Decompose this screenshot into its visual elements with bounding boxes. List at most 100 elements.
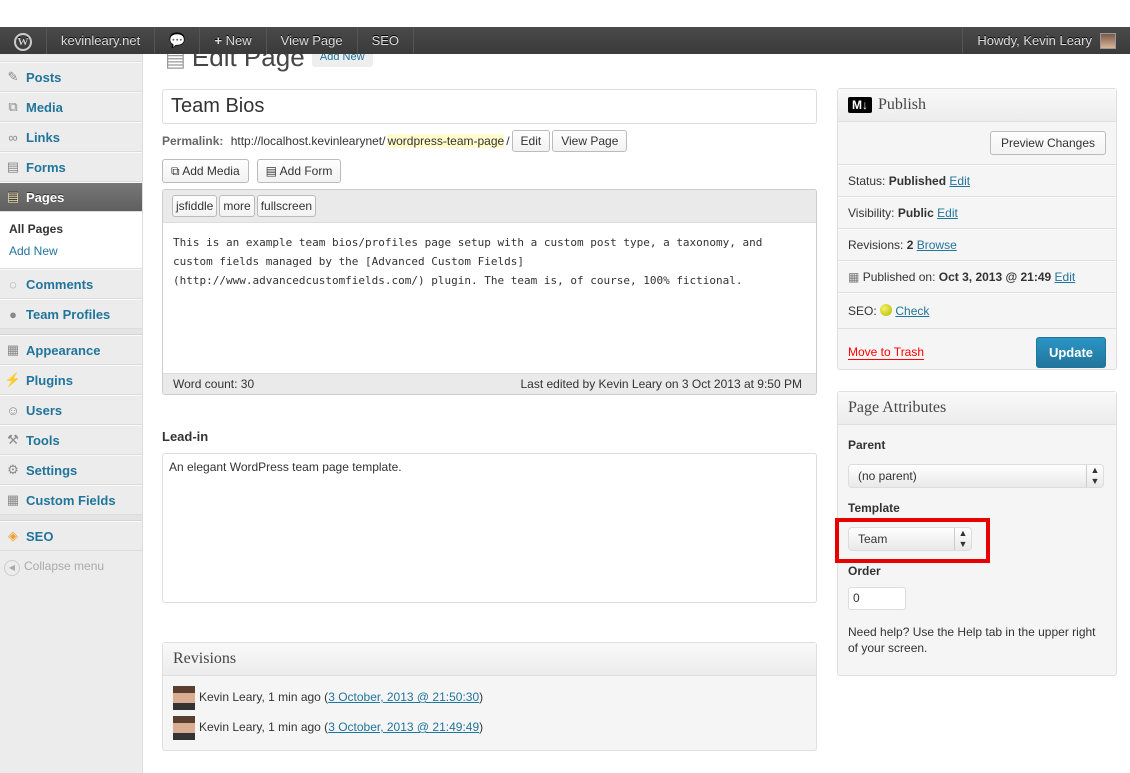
pages-icon: ▤ <box>6 189 20 204</box>
form-icon: ▤ <box>265 164 280 178</box>
select-arrows-icon: ▲ ▼ <box>954 528 971 550</box>
leadin-label: Lead-in <box>162 429 209 444</box>
permalink: Permalink: http://localhost.kevinlearyne… <box>162 130 628 152</box>
parent-select[interactable]: (no parent) ▲ ▼ <box>848 464 1104 488</box>
avatar <box>1100 32 1116 49</box>
sidebar-item-label: Appearance <box>26 342 101 358</box>
new-content-button[interactable]: + New <box>200 27 267 54</box>
add-media-button[interactable]: ⧉ Add Media <box>162 159 249 183</box>
sidebar-item-media[interactable]: ⧉ Media <box>0 92 142 122</box>
revision-link[interactable]: 3 October, 2013 @ 21:50:30 <box>328 690 479 704</box>
link-icon: ∞ <box>8 129 18 145</box>
sidebar-item-custom-fields[interactable]: ▦ Custom Fields <box>0 485 142 515</box>
seo-icon: ◈ <box>8 528 18 543</box>
revision-item: Kevin Leary, 1 min ago (3 October, 2013 … <box>173 712 806 742</box>
permalink-base: http://localhost.kevinlearynet/ <box>230 134 386 148</box>
sidebar-item-settings[interactable]: ⚙ Settings <box>0 455 142 485</box>
permalink-slug[interactable]: wordpress-team-page <box>387 134 505 148</box>
collapse-label: Collapse menu <box>24 559 105 573</box>
plug-icon: ⚡ <box>4 372 22 387</box>
edit-visibility-link[interactable]: Edit <box>937 206 958 220</box>
submenu-item-add-new[interactable]: Add New <box>9 240 142 262</box>
appearance-icon: ▦ <box>6 342 20 357</box>
sidebar-item-label: Pages <box>26 189 65 205</box>
view-page-link[interactable]: View Page <box>267 27 358 54</box>
avatar <box>173 685 195 710</box>
help-text: Need help? Use the Help tab in the upper… <box>848 625 1096 655</box>
page-attributes-box: Page Attributes Parent (no parent) ▲ ▼ Tem… <box>835 391 1117 676</box>
fullscreen-button[interactable]: fullscreen <box>256 195 317 217</box>
collapse-menu-button[interactable]: ◀ Collapse menu <box>0 551 142 584</box>
sidebar-item-team-profiles[interactable]: ● Team Profiles <box>0 299 142 329</box>
comment-icon: ◌ <box>9 276 17 292</box>
published-row: ▦ Published on: Oct 3, 2013 @ 21:49 Edit <box>838 261 1116 293</box>
sidebar-item-plugins[interactable]: ⚡ Plugins <box>0 365 142 395</box>
collapse-arrow-icon: ◀ <box>4 560 20 576</box>
preview-changes-button[interactable]: Preview Changes <box>989 131 1106 155</box>
sidebar-item-posts[interactable]: ✎ Posts <box>0 62 142 92</box>
word-count: Word count: 30 <box>173 377 255 391</box>
wordpress-logo-button[interactable]: W <box>0 27 47 54</box>
move-to-trash-link[interactable]: Move to Trash <box>848 345 925 360</box>
order-label: Order <box>848 564 881 578</box>
revision-item: Kevin Leary, 1 min ago (3 October, 2013 … <box>173 682 806 712</box>
select-arrows-icon: ▲ ▼ <box>1086 465 1103 487</box>
editor-status-bar: Word count: 30 Last edited by Kevin Leary… <box>163 373 816 394</box>
sidebar-item-links[interactable]: ∞ Links <box>0 122 142 152</box>
sidebar-item-label: Links <box>26 129 60 145</box>
seo-menu[interactable]: SEO <box>358 27 415 54</box>
seo-check-link[interactable]: Check <box>895 304 929 318</box>
editor: jsfiddle more fullscreen This is an exam… <box>162 189 817 395</box>
site-name-link[interactable]: kevinleary.net <box>47 27 156 54</box>
sidebar-item-label: SEO <box>26 528 54 544</box>
forms-icon: ▤ <box>6 159 20 174</box>
account-menu[interactable]: Howdy, Kevin Leary <box>962 27 1130 54</box>
order-input[interactable]: 0 <box>848 587 906 610</box>
wordpress-icon: W <box>14 32 32 51</box>
revisions-box: Revisions Kevin Leary, 1 min ago (3 Octo… <box>162 642 817 751</box>
view-page-button[interactable]: View Page <box>552 130 628 152</box>
permalink-end: / <box>506 134 510 148</box>
sidebar-item-tools[interactable]: ⚒ Tools <box>0 425 142 455</box>
edit-permalink-button[interactable]: Edit <box>511 130 551 152</box>
more-button[interactable]: more <box>219 195 255 217</box>
users-icon: ☺ <box>6 402 20 418</box>
sidebar-item-pages[interactable]: ▤ Pages <box>0 182 142 212</box>
edit-status-link[interactable]: Edit <box>949 174 970 188</box>
sidebar-item-label: Custom Fields <box>26 492 116 508</box>
title-input[interactable]: Team Bios <box>162 89 817 124</box>
sidebar-item-forms[interactable]: ▤ Forms <box>0 152 142 182</box>
edit-date-link[interactable]: Edit <box>1055 270 1076 284</box>
admin-bar: W kevinleary.net 💬 + New View Page SEO H… <box>0 27 1130 54</box>
person-icon: ● <box>9 306 17 322</box>
sidebar-item-users[interactable]: ☺ Users <box>0 395 142 425</box>
sidebar-item-label: Users <box>26 402 63 418</box>
visibility-row: Visibility: Public Edit <box>838 197 1116 229</box>
settings-icon: ⚙ <box>7 462 19 477</box>
update-button[interactable]: Update <box>1035 337 1106 368</box>
comments-button[interactable]: 💬 <box>155 27 201 54</box>
add-form-button[interactable]: ▤ Add Form <box>256 159 342 183</box>
template-select[interactable]: Team ▲ ▼ <box>848 527 972 551</box>
custom-fields-icon: ▦ <box>6 492 20 507</box>
leadin-textarea[interactable]: An elegant WordPress team page template. <box>162 453 817 603</box>
sidebar-item-label: Comments <box>26 276 94 292</box>
revisions-row: Revisions: 2 Browse <box>838 229 1116 261</box>
revision-link[interactable]: 3 October, 2013 @ 21:49:49 <box>328 720 479 734</box>
jsfiddle-button[interactable]: jsfiddle <box>172 195 218 217</box>
sidebar-item-appearance[interactable]: ▦ Appearance <box>0 335 142 365</box>
editor-toolbar: jsfiddle more fullscreen <box>163 190 816 223</box>
submenu-item-all-pages[interactable]: All Pages <box>9 218 142 240</box>
seo-row: SEO: Check <box>838 293 1116 329</box>
sidebar-item-label: Tools <box>26 432 60 448</box>
content-textarea[interactable]: This is an example team bios/profiles pa… <box>163 223 816 373</box>
sidebar-item-label: Team Profiles <box>26 306 111 322</box>
media-icon: ⧉ <box>8 99 18 114</box>
sidebar-item-seo[interactable]: ◈ SEO <box>0 521 142 551</box>
sidebar-item-comments[interactable]: ◌ Comments <box>0 269 142 299</box>
media-icon: ⧉ <box>171 164 183 178</box>
browse-revisions-link[interactable]: Browse <box>917 238 957 252</box>
sidebar-item-label: Settings <box>26 462 78 478</box>
sidebar-item-label: Media <box>26 99 63 115</box>
pages-submenu: All Pages Add New <box>0 212 142 269</box>
